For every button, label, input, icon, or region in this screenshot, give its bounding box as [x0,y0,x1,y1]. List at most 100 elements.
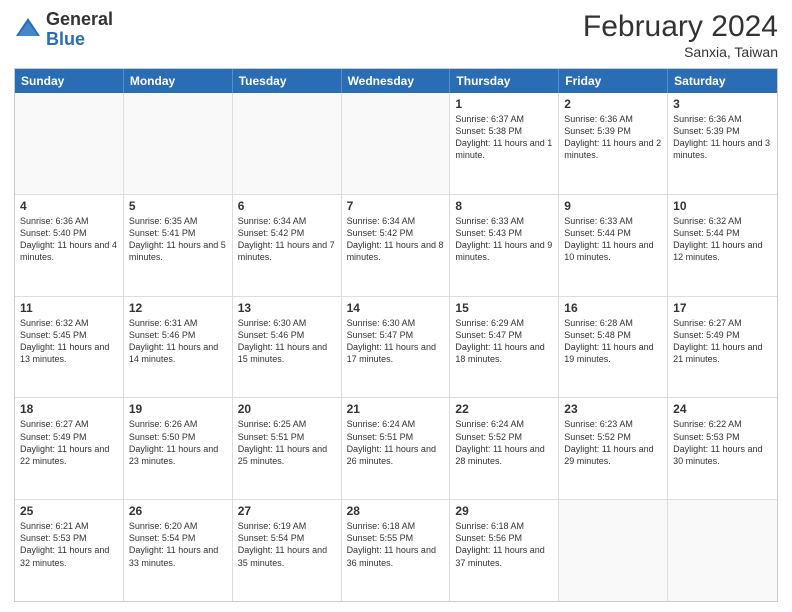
calendar: SundayMondayTuesdayWednesdayThursdayFrid… [14,68,778,602]
calendar-cell-day-16: 16 Sunrise: 6:28 AM Sunset: 5:48 PM Dayli… [559,297,668,398]
day-number: 10 [673,199,772,213]
day-info: Sunrise: 6:27 AM Sunset: 5:49 PM Dayligh… [673,317,772,366]
calendar-cell-empty [233,93,342,194]
header-day-friday: Friday [559,69,668,93]
calendar-row-5: 25 Sunrise: 6:21 AM Sunset: 5:53 PM Dayli… [15,500,777,601]
day-info: Sunrise: 6:32 AM Sunset: 5:45 PM Dayligh… [20,317,118,366]
calendar-cell-day-5: 5 Sunrise: 6:35 AM Sunset: 5:41 PM Daylig… [124,195,233,296]
day-number: 4 [20,199,118,213]
day-number: 16 [564,301,662,315]
calendar-cell-day-29: 29Sunrise: 6:18 AM Sunset: 5:56 PM Dayli… [450,500,559,601]
day-info: Sunrise: 6:28 AM Sunset: 5:48 PM Dayligh… [564,317,662,366]
calendar-cell-day-1: 1 Sunrise: 6:37 AM Sunset: 5:38 PM Daylig… [450,93,559,194]
day-number: 2 [564,97,662,111]
day-number: 18 [20,402,118,416]
calendar-body: 1 Sunrise: 6:37 AM Sunset: 5:38 PM Daylig… [15,93,777,601]
day-info: Sunrise: 6:36 AM Sunset: 5:39 PM Dayligh… [564,113,662,162]
calendar-cell-day-3: 3Sunrise: 6:36 AM Sunset: 5:39 PM Daylig… [668,93,777,194]
day-info: Sunrise: 6:29 AM Sunset: 5:47 PM Dayligh… [455,317,553,366]
calendar-row-1: 1 Sunrise: 6:37 AM Sunset: 5:38 PM Daylig… [15,93,777,195]
day-info: Sunrise: 6:34 AM Sunset: 5:42 PM Dayligh… [347,215,445,264]
day-number: 20 [238,402,336,416]
day-number: 14 [347,301,445,315]
calendar-cell-empty [559,500,668,601]
day-number: 7 [347,199,445,213]
day-info: Sunrise: 6:37 AM Sunset: 5:38 PM Dayligh… [455,113,553,162]
calendar-row-2: 4Sunrise: 6:36 AM Sunset: 5:40 PM Daylig… [15,195,777,297]
month-title: February 2024 [583,10,778,44]
calendar-cell-empty [15,93,124,194]
calendar-cell-day-8: 8Sunrise: 6:33 AM Sunset: 5:43 PM Daylig… [450,195,559,296]
calendar-cell-day-19: 19 Sunrise: 6:26 AM Sunset: 5:50 PM Dayli… [124,398,233,499]
logo-blue-text: Blue [46,30,113,50]
calendar-cell-day-4: 4Sunrise: 6:36 AM Sunset: 5:40 PM Daylig… [15,195,124,296]
day-info: Sunrise: 6:33 AM Sunset: 5:44 PM Dayligh… [564,215,662,264]
day-info: Sunrise: 6:23 AM Sunset: 5:52 PM Dayligh… [564,418,662,467]
day-info: Sunrise: 6:35 AM Sunset: 5:41 PM Dayligh… [129,215,227,264]
day-info: Sunrise: 6:32 AM Sunset: 5:44 PM Dayligh… [673,215,772,264]
day-info: Sunrise: 6:31 AM Sunset: 5:46 PM Dayligh… [129,317,227,366]
day-number: 17 [673,301,772,315]
calendar-cell-day-7: 7 Sunrise: 6:34 AM Sunset: 5:42 PM Daylig… [342,195,451,296]
day-info: Sunrise: 6:19 AM Sunset: 5:54 PM Dayligh… [238,520,336,569]
calendar-row-3: 11Sunrise: 6:32 AM Sunset: 5:45 PM Dayli… [15,297,777,399]
day-info: Sunrise: 6:33 AM Sunset: 5:43 PM Dayligh… [455,215,553,264]
day-number: 26 [129,504,227,518]
calendar-cell-empty [342,93,451,194]
day-info: Sunrise: 6:18 AM Sunset: 5:56 PM Dayligh… [455,520,553,569]
day-number: 19 [129,402,227,416]
day-number: 22 [455,402,553,416]
day-info: Sunrise: 6:34 AM Sunset: 5:42 PM Dayligh… [238,215,336,264]
calendar-cell-day-2: 2 Sunrise: 6:36 AM Sunset: 5:39 PM Daylig… [559,93,668,194]
calendar-cell-day-13: 13Sunrise: 6:30 AM Sunset: 5:46 PM Dayli… [233,297,342,398]
calendar-row-4: 18 Sunrise: 6:27 AM Sunset: 5:49 PM Dayli… [15,398,777,500]
calendar-cell-empty [668,500,777,601]
day-number: 15 [455,301,553,315]
calendar-cell-day-10: 10 Sunrise: 6:32 AM Sunset: 5:44 PM Dayli… [668,195,777,296]
calendar-cell-day-12: 12 Sunrise: 6:31 AM Sunset: 5:46 PM Dayli… [124,297,233,398]
day-number: 28 [347,504,445,518]
calendar-cell-day-21: 21 Sunrise: 6:24 AM Sunset: 5:51 PM Dayli… [342,398,451,499]
calendar-cell-day-17: 17 Sunrise: 6:27 AM Sunset: 5:49 PM Dayli… [668,297,777,398]
logo-icon [14,16,42,44]
day-info: Sunrise: 6:27 AM Sunset: 5:49 PM Dayligh… [20,418,118,467]
day-number: 21 [347,402,445,416]
day-number: 13 [238,301,336,315]
page: General Blue February 2024 Sanxia, Taiwa… [0,0,792,612]
day-info: Sunrise: 6:30 AM Sunset: 5:47 PM Dayligh… [347,317,445,366]
day-number: 6 [238,199,336,213]
calendar-cell-day-15: 15 Sunrise: 6:29 AM Sunset: 5:47 PM Dayli… [450,297,559,398]
header-day-wednesday: Wednesday [342,69,451,93]
logo-text: General Blue [46,10,113,50]
day-number: 23 [564,402,662,416]
day-info: Sunrise: 6:22 AM Sunset: 5:53 PM Dayligh… [673,418,772,467]
day-info: Sunrise: 6:25 AM Sunset: 5:51 PM Dayligh… [238,418,336,467]
day-info: Sunrise: 6:26 AM Sunset: 5:50 PM Dayligh… [129,418,227,467]
calendar-cell-day-28: 28 Sunrise: 6:18 AM Sunset: 5:55 PM Dayli… [342,500,451,601]
calendar-cell-day-27: 27Sunrise: 6:19 AM Sunset: 5:54 PM Dayli… [233,500,342,601]
calendar-cell-day-24: 24 Sunrise: 6:22 AM Sunset: 5:53 PM Dayli… [668,398,777,499]
header-day-saturday: Saturday [668,69,777,93]
day-info: Sunrise: 6:36 AM Sunset: 5:39 PM Dayligh… [673,113,772,162]
day-number: 12 [129,301,227,315]
calendar-cell-day-11: 11Sunrise: 6:32 AM Sunset: 5:45 PM Dayli… [15,297,124,398]
day-number: 24 [673,402,772,416]
day-info: Sunrise: 6:24 AM Sunset: 5:52 PM Dayligh… [455,418,553,467]
calendar-cell-day-6: 6 Sunrise: 6:34 AM Sunset: 5:42 PM Daylig… [233,195,342,296]
header-day-thursday: Thursday [450,69,559,93]
calendar-cell-day-20: 20 Sunrise: 6:25 AM Sunset: 5:51 PM Dayli… [233,398,342,499]
day-info: Sunrise: 6:20 AM Sunset: 5:54 PM Dayligh… [129,520,227,569]
calendar-cell-day-22: 22 Sunrise: 6:24 AM Sunset: 5:52 PM Dayli… [450,398,559,499]
day-number: 1 [455,97,553,111]
day-info: Sunrise: 6:21 AM Sunset: 5:53 PM Dayligh… [20,520,118,569]
day-info: Sunrise: 6:18 AM Sunset: 5:55 PM Dayligh… [347,520,445,569]
calendar-cell-day-9: 9 Sunrise: 6:33 AM Sunset: 5:44 PM Daylig… [559,195,668,296]
day-info: Sunrise: 6:24 AM Sunset: 5:51 PM Dayligh… [347,418,445,467]
calendar-cell-day-25: 25 Sunrise: 6:21 AM Sunset: 5:53 PM Dayli… [15,500,124,601]
day-number: 25 [20,504,118,518]
calendar-cell-day-18: 18 Sunrise: 6:27 AM Sunset: 5:49 PM Dayli… [15,398,124,499]
calendar-cell-day-14: 14 Sunrise: 6:30 AM Sunset: 5:47 PM Dayli… [342,297,451,398]
day-number: 5 [129,199,227,213]
subtitle: Sanxia, Taiwan [583,44,778,60]
day-number: 9 [564,199,662,213]
